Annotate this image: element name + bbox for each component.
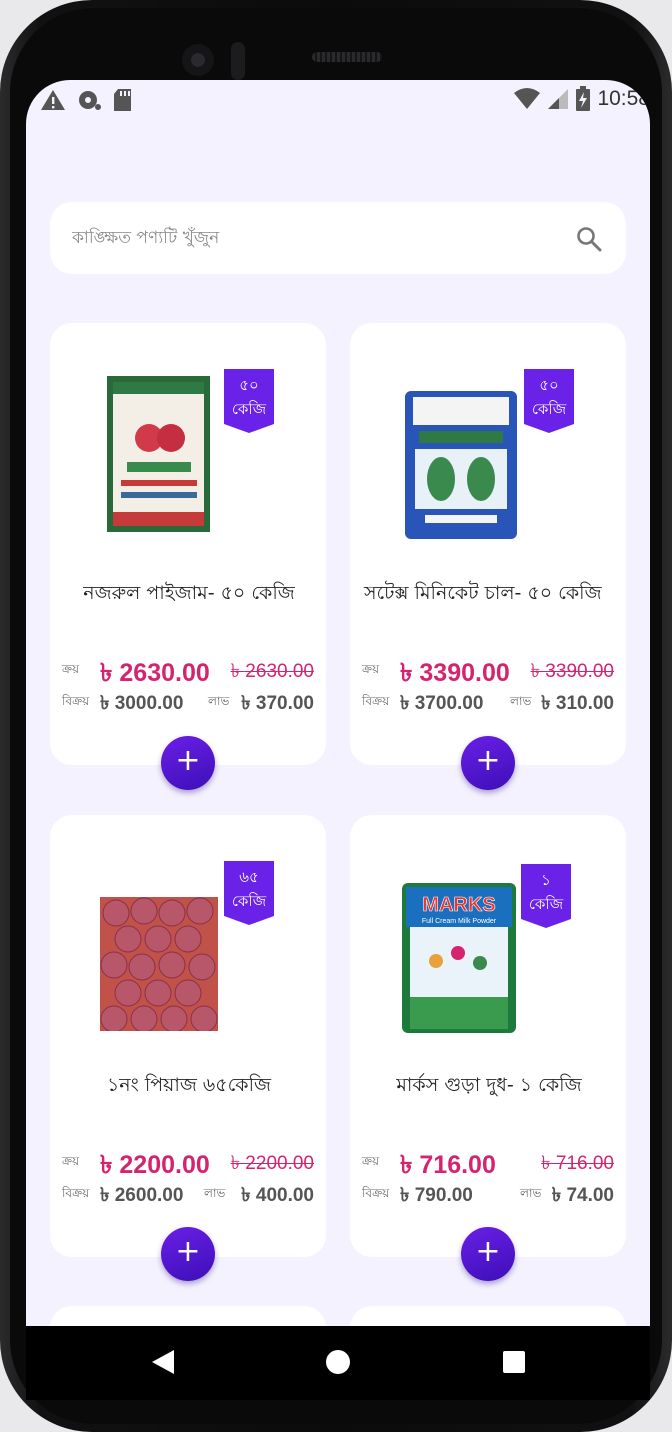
quantity-badge: ৫০ কেজি xyxy=(224,369,274,433)
clock: 10:58 xyxy=(597,87,650,110)
rice-sack-image xyxy=(405,391,517,539)
old-price: ৳ 3390.00 xyxy=(530,661,614,682)
recents-icon[interactable] xyxy=(501,1348,527,1376)
buy-label: ক্রয় xyxy=(362,662,380,676)
profit-value: ৳ 310.00 xyxy=(541,693,614,714)
old-price: ৳ 2630.00 xyxy=(230,661,314,682)
front-camera xyxy=(182,44,214,76)
package-brand: MARKS xyxy=(422,894,495,916)
sell-price: ৳ 790.00 xyxy=(400,1185,473,1206)
sell-price-row: বিক্রয় ৳ 2600.00 লাভ ৳ 400.00 xyxy=(62,1181,314,1206)
buy-price-row: ক্রয় ৳ 2630.00 ৳ 2630.00 xyxy=(62,653,314,687)
package-subtitle: Full Cream Milk Powder xyxy=(422,918,497,925)
quantity-badge: ৫০ কেজি xyxy=(524,369,574,433)
profit-label: লাভ xyxy=(208,694,230,708)
product-card-partial[interactable] xyxy=(350,1306,626,1326)
old-price: ৳ 716.00 xyxy=(541,1153,614,1174)
home-icon[interactable] xyxy=(325,1348,351,1376)
profit-label: লাভ xyxy=(510,694,532,708)
add-to-cart-button[interactable]: + xyxy=(461,1227,515,1281)
sell-price-row: বিক্রয় ৳ 3700.00 লাভ ৳ 310.00 xyxy=(362,689,614,714)
profit-label: লাভ xyxy=(204,1186,226,1200)
sell-label: বিক্রয় xyxy=(362,694,390,708)
add-to-cart-button[interactable]: + xyxy=(161,1227,215,1281)
cell-signal-icon xyxy=(548,89,569,109)
buy-label: ক্রয় xyxy=(62,662,80,676)
profit-label: লাভ xyxy=(520,1186,542,1200)
buy-label: ক্রয় xyxy=(62,1154,80,1168)
search-input[interactable] xyxy=(72,220,552,256)
product-card[interactable]: ৫০ কেজি সটেক্স মিনিকেট চাল- ৫০ কেজি ক্রয়… xyxy=(350,323,626,765)
sell-price-row: বিক্রয় ৳ 790.00 লাভ ৳ 74.00 xyxy=(362,1181,614,1206)
status-bar: 10:58 xyxy=(26,80,650,118)
product-card[interactable]: ৬৫ কেজি ১নং পিয়াজ ৬৫কেজি ক্রয় ৳ 2200.00… xyxy=(50,815,326,1257)
app-screen: 10:58 ৫০কেজি নজরুল পাইজাম- ৫০ কেজি ক্রয়… xyxy=(26,80,650,1326)
search-bar[interactable] xyxy=(50,202,626,274)
profit-value: ৳ 400.00 xyxy=(241,1185,314,1206)
sell-label: বিক্রয় xyxy=(62,694,90,708)
add-to-cart-button[interactable]: + xyxy=(461,736,515,790)
onion-image xyxy=(100,897,218,1031)
profit-value: ৳ 74.00 xyxy=(551,1185,614,1206)
sell-price-row: বিক্রয় ৳ 3000.00 লাভ ৳ 370.00 xyxy=(62,689,314,714)
old-price: ৳ 2200.00 xyxy=(230,1153,314,1174)
sell-label: বিক্রয় xyxy=(62,1186,90,1200)
wifi-icon xyxy=(514,88,541,109)
rice-sack-image xyxy=(107,376,210,532)
sync-icon xyxy=(79,91,101,110)
sell-label: বিক্রয় xyxy=(362,1186,390,1200)
proximity-sensor xyxy=(231,42,245,80)
product-title: মার্কস গুড়া দুধ- ১ কেজি xyxy=(396,1074,582,1096)
sell-price: ৳ 3000.00 xyxy=(100,693,184,714)
product-card[interactable]: ৫০ কেজি নজরুল পাইজাম- ৫০ কেজি ক্রয় ৳ 263… xyxy=(50,323,326,765)
quantity-badge: ৬৫ কেজি xyxy=(224,861,274,925)
battery-icon xyxy=(576,86,591,111)
sell-price: ৳ 3700.00 xyxy=(400,693,484,714)
earpiece-speaker xyxy=(312,52,382,62)
milk-powder-image: MARKS Full Cream Milk Powder xyxy=(402,883,516,1033)
buy-price-row: ক্রয় ৳ 3390.00 ৳ 3390.00 xyxy=(362,653,614,687)
android-nav-bar xyxy=(26,1326,650,1400)
product-title: সটেক্স মিনিকেট চাল- ৫০ কেজি xyxy=(364,582,602,604)
sell-price: ৳ 2600.00 xyxy=(100,1185,184,1206)
quantity-badge: ১ কেজি xyxy=(521,864,571,928)
buy-price-row: ক্রয় ৳ 716.00 ৳ 716.00 xyxy=(362,1145,614,1179)
profit-value: ৳ 370.00 xyxy=(241,693,314,714)
search-icon[interactable] xyxy=(576,226,602,252)
warning-icon xyxy=(41,90,65,110)
back-icon[interactable] xyxy=(150,1348,176,1376)
buy-label: ক্রয় xyxy=(362,1154,380,1168)
product-card[interactable]: MARKS Full Cream Milk Powder ১ কেজি মার্ক… xyxy=(350,815,626,1257)
product-title: নজরুল পাইজাম- ৫০ কেজি xyxy=(83,582,295,604)
sd-card-icon xyxy=(114,89,131,111)
add-to-cart-button[interactable]: + xyxy=(161,736,215,790)
buy-price-row: ক্রয় ৳ 2200.00 ৳ 2200.00 xyxy=(62,1145,314,1179)
product-card-partial[interactable] xyxy=(50,1306,326,1326)
product-title: ১নং পিয়াজ ৬৫কেজি xyxy=(106,1074,272,1096)
